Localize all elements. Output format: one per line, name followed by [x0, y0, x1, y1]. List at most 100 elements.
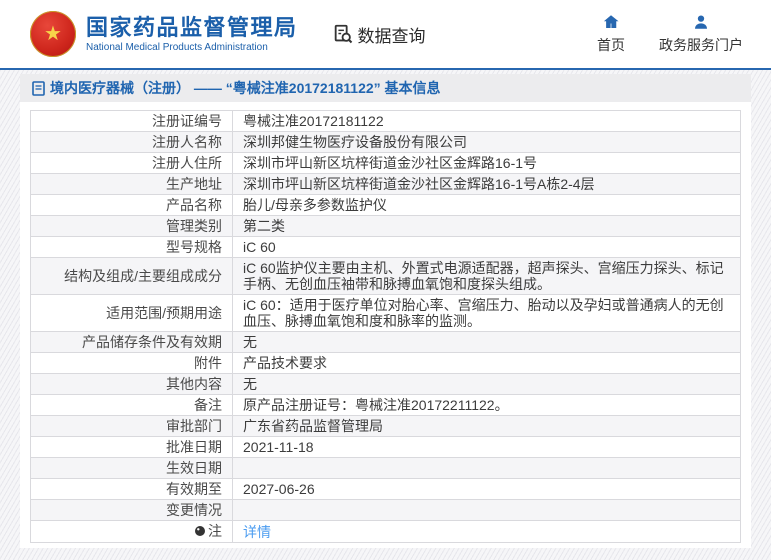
row-value: iC 60：适用于医疗单位对胎心率、宫缩压力、胎动以及孕妇或普通病人的无创血压、…	[232, 294, 741, 332]
detail-link[interactable]: 详情	[243, 524, 271, 540]
row-label-text: 变更情况	[166, 502, 222, 518]
row-label-text: 生产地址	[166, 176, 222, 192]
row-label-text: 注册人名称	[152, 134, 222, 150]
table-row: 管理类别 第二类	[30, 215, 741, 237]
table-row: 注册人住所 深圳市坪山新区坑梓街道金沙社区金辉路16-1号	[30, 152, 741, 174]
row-label-text: 型号规格	[166, 239, 222, 255]
content-panel: 境内医疗器械（注册） —— “粤械注准20172181122” 基本信息 注册证…	[20, 74, 751, 548]
row-label-text: 审批部门	[166, 418, 222, 434]
table-row: 适用范围/预期用途 iC 60：适用于医疗单位对胎心率、宫缩压力、胎动以及孕妇或普…	[30, 294, 741, 332]
row-label: 生效日期	[30, 457, 233, 479]
row-value: 无	[232, 331, 741, 353]
table-row: 有效期至 2027-06-26	[30, 478, 741, 500]
row-label-text: 结构及组成/主要组成成分	[64, 268, 222, 284]
comment-icon	[194, 524, 206, 540]
table-row: 型号规格 iC 60	[30, 236, 741, 258]
table-row: 审批部门 广东省药品监督管理局	[30, 415, 741, 437]
row-label: 结构及组成/主要组成成分	[30, 257, 233, 295]
row-value: 详情	[232, 520, 741, 543]
row-label: 其他内容	[30, 373, 233, 395]
table-row: 注 详情	[30, 520, 741, 543]
row-label: 注	[30, 520, 233, 543]
agency-name: 国家药品监督管理局 National Medical Products Admi…	[86, 15, 298, 54]
row-value-text: 无	[243, 376, 257, 392]
row-value-text: 深圳邦健生物医疗设备股份有限公司	[243, 134, 467, 150]
registration-info-table: 注册证编号 粤械注准20172181122 注册人名称 深圳邦健生物医疗设备股份有限公…	[30, 110, 741, 543]
table-row: 注册证编号 粤械注准20172181122	[30, 110, 741, 132]
user-icon	[692, 13, 710, 31]
row-label-text: 备注	[194, 397, 222, 413]
row-label: 管理类别	[30, 215, 233, 237]
page-title-bar: 境内医疗器械（注册） —— “粤械注准20172181122” 基本信息	[20, 74, 751, 102]
nav-item-home[interactable]: 首页	[597, 13, 625, 55]
document-icon	[32, 80, 45, 96]
row-value: 深圳市坪山新区坑梓街道金沙社区金辉路16-1号	[232, 152, 741, 174]
row-label-text: 注册人住所	[152, 155, 222, 171]
row-label: 注册人名称	[30, 131, 233, 153]
row-value-text: 第二类	[243, 218, 285, 234]
row-value-text: 无	[243, 334, 257, 350]
row-label: 审批部门	[30, 415, 233, 437]
row-label-text: 产品储存条件及有效期	[82, 334, 222, 350]
row-value-text: iC 60监护仪主要由主机、外置式电源适配器，超声探头、宫缩压力探头、标记手柄、…	[243, 260, 724, 292]
row-value: 原产品注册证号：粤械注准20172211122。	[232, 394, 741, 416]
row-value: 2027-06-26	[232, 478, 741, 500]
nav-item-label: 首页	[597, 37, 625, 53]
row-value: 第二类	[232, 215, 741, 237]
row-label-text: 生效日期	[166, 460, 222, 476]
page-title: 境内医疗器械（注册） —— “粤械注准20172181122” 基本信息	[50, 80, 441, 96]
row-label: 有效期至	[30, 478, 233, 500]
row-label: 附件	[30, 352, 233, 374]
row-label: 产品名称	[30, 194, 233, 216]
row-label-text: 附件	[194, 355, 222, 371]
national-emblem-logo: ★	[30, 11, 76, 57]
row-value	[232, 457, 741, 479]
row-value: 深圳市坪山新区坑梓街道金沙社区金辉路16-1号A栋2-4层	[232, 173, 741, 195]
row-value-text: iC 60	[243, 239, 276, 255]
table-row: 注册人名称 深圳邦健生物医疗设备股份有限公司	[30, 131, 741, 153]
row-label: 注册证编号	[30, 110, 233, 132]
table-row: 生产地址 深圳市坪山新区坑梓街道金沙社区金辉路16-1号A栋2-4层	[30, 173, 741, 195]
row-value-text: 粤械注准20172181122	[243, 113, 384, 129]
nav-item-label: 政务服务门户	[659, 37, 743, 53]
table-row: 附件 产品技术要求	[30, 352, 741, 374]
row-label-text: 批准日期	[166, 439, 222, 455]
row-label: 产品储存条件及有效期	[30, 331, 233, 353]
row-value-text: 深圳市坪山新区坑梓街道金沙社区金辉路16-1号	[243, 155, 538, 171]
table-row: 产品名称 胎儿/母亲多参数监护仪	[30, 194, 741, 216]
row-label: 生产地址	[30, 173, 233, 195]
row-value: 2021-11-18	[232, 436, 741, 458]
row-value-text: 深圳市坪山新区坑梓街道金沙社区金辉路16-1号A栋2-4层	[243, 176, 595, 192]
row-value: 粤械注准20172181122	[232, 110, 741, 132]
row-label: 变更情况	[30, 499, 233, 521]
agency-name-en: National Medical Products Administration	[86, 41, 268, 53]
row-label: 适用范围/预期用途	[30, 294, 233, 332]
row-value-text: 胎儿/母亲多参数监护仪	[243, 197, 387, 213]
row-value-text: 原产品注册证号：粤械注准20172211122。	[243, 397, 509, 413]
row-label: 备注	[30, 394, 233, 416]
row-label-text: 注册证编号	[152, 113, 222, 129]
row-value: 产品技术要求	[232, 352, 741, 374]
row-value	[232, 499, 741, 521]
row-value: 深圳邦健生物医疗设备股份有限公司	[232, 131, 741, 153]
row-label-text: 其他内容	[166, 376, 222, 392]
agency-name-zh: 国家药品监督管理局	[86, 14, 298, 40]
table-row: 生效日期	[30, 457, 741, 479]
row-value: 广东省药品监督管理局	[232, 415, 741, 437]
row-value-text: 产品技术要求	[243, 355, 327, 371]
row-value-text: 2021-11-18	[243, 439, 314, 455]
top-nav: 首页 政务服务门户	[597, 13, 743, 55]
row-value-text: 2027-06-26	[243, 481, 315, 497]
data-query-link[interactable]: 数据查询	[332, 22, 426, 47]
row-label: 批准日期	[30, 436, 233, 458]
row-label-text: 管理类别	[166, 218, 222, 234]
nav-item-portal[interactable]: 政务服务门户	[659, 13, 743, 55]
row-label-text: 注	[208, 523, 222, 539]
table-row: 产品储存条件及有效期 无	[30, 331, 741, 353]
row-value: 胎儿/母亲多参数监护仪	[232, 194, 741, 216]
table-row: 变更情况	[30, 499, 741, 521]
table-row: 批准日期 2021-11-18	[30, 436, 741, 458]
row-value-text: iC 60：适用于医疗单位对胎心率、宫缩压力、胎动以及孕妇或普通病人的无创血压、…	[243, 297, 724, 329]
table-row: 备注 原产品注册证号：粤械注准20172211122。	[30, 394, 741, 416]
row-label-text: 有效期至	[166, 481, 222, 497]
